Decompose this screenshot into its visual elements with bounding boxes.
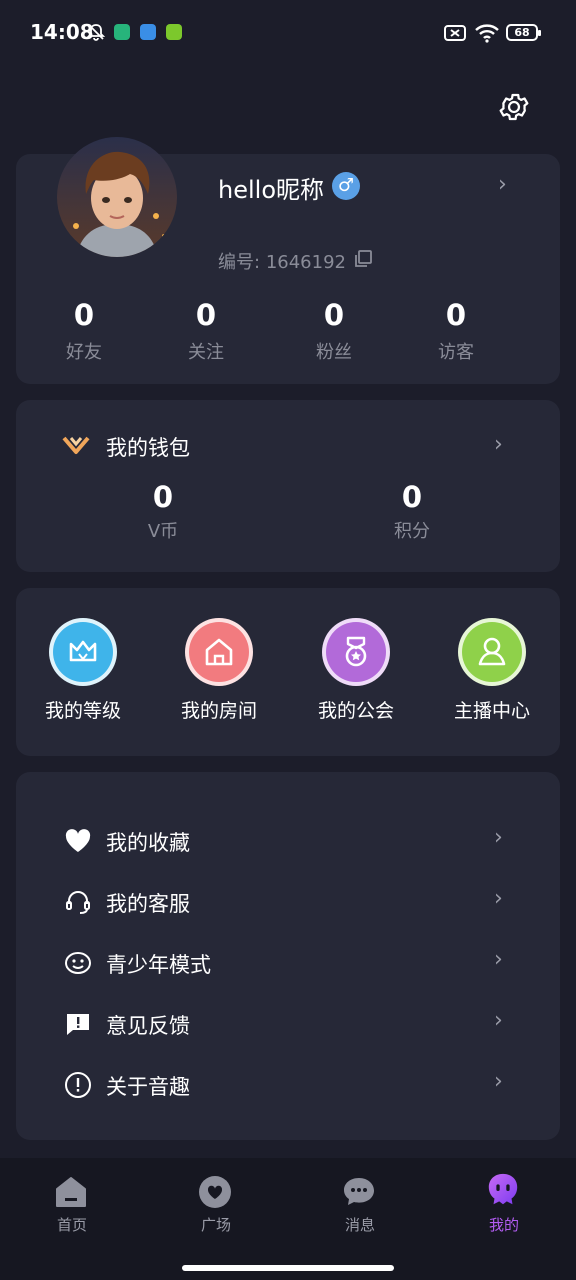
battery-icon: 68 bbox=[506, 24, 541, 41]
streamer-person-icon bbox=[458, 618, 526, 686]
menu-item-favorites-label: 我的收藏 bbox=[106, 831, 190, 855]
copy-icon[interactable] bbox=[353, 249, 373, 269]
wifi-icon bbox=[475, 24, 499, 43]
tile-my-guild-label: 我的公会 bbox=[317, 700, 394, 722]
tile-my-room[interactable]: 我的房间 bbox=[159, 616, 279, 726]
stat-following-label[interactable]: 关注 bbox=[146, 338, 266, 364]
sim-off-icon bbox=[444, 25, 466, 41]
heart-icon bbox=[65, 829, 91, 852]
chevron-right-icon: › bbox=[494, 886, 503, 911]
wallet-points-value[interactable]: 0 bbox=[352, 480, 472, 514]
home-icon bbox=[56, 1177, 86, 1207]
avatar[interactable] bbox=[56, 136, 178, 258]
menu-item-feedback[interactable]: 意见反馈 › bbox=[16, 995, 560, 1055]
wallet-title: 我的钱包 bbox=[106, 436, 190, 460]
tile-my-level[interactable]: 我的等级 bbox=[23, 616, 143, 726]
tile-my-level-label: 我的等级 bbox=[44, 700, 121, 722]
stat-friends-label[interactable]: 好友 bbox=[24, 338, 144, 364]
menu-item-favorites[interactable]: 我的收藏 › bbox=[16, 812, 560, 872]
smile-face-icon bbox=[65, 952, 91, 974]
bell-off-icon bbox=[86, 24, 106, 41]
wallet-vcoin-value[interactable]: 0 bbox=[103, 480, 223, 514]
male-gender-icon: ♂ bbox=[332, 172, 360, 200]
user-id-label: 编号: bbox=[218, 252, 261, 273]
tab-messages[interactable]: 消息 bbox=[320, 1170, 400, 1240]
wallet-chevron-right-icon[interactable]: › bbox=[494, 432, 503, 457]
chevron-right-icon: › bbox=[494, 1008, 503, 1033]
menu-item-feedback-label: 意见反馈 bbox=[106, 1014, 190, 1038]
stat-fans-value[interactable]: 0 bbox=[274, 298, 394, 332]
user-id-value: 1646192 bbox=[265, 252, 346, 273]
wallet-v-icon bbox=[62, 436, 90, 454]
tile-streamer-center[interactable]: 主播中心 bbox=[432, 616, 552, 726]
stat-visitors-value[interactable]: 0 bbox=[396, 298, 516, 332]
info-icon bbox=[65, 1072, 91, 1098]
menu-item-youth-mode-label: 青少年模式 bbox=[106, 953, 211, 977]
stat-fans-label[interactable]: 粉丝 bbox=[274, 338, 394, 364]
status-time: 14:08 bbox=[30, 20, 94, 44]
wallet-vcoin-label[interactable]: V币 bbox=[103, 517, 223, 543]
menu-item-customer-service[interactable]: 我的客服 › bbox=[16, 873, 560, 933]
chevron-right-icon: › bbox=[494, 1069, 503, 1094]
tile-my-room-label: 我的房间 bbox=[180, 700, 257, 722]
download-app-icon bbox=[166, 24, 182, 40]
chevron-right-icon: › bbox=[494, 947, 503, 972]
wallet-points-label[interactable]: 积分 bbox=[352, 517, 472, 543]
home-indicator bbox=[182, 1265, 394, 1271]
square-heart-icon bbox=[199, 1176, 231, 1208]
menu-item-about[interactable]: 关于音趣 › bbox=[16, 1056, 560, 1116]
tab-home-label: 首页 bbox=[56, 1216, 87, 1234]
menu-item-customer-service-label: 我的客服 bbox=[106, 892, 190, 916]
house-icon bbox=[185, 618, 253, 686]
tab-messages-label: 消息 bbox=[344, 1216, 375, 1234]
gear-icon[interactable] bbox=[497, 90, 531, 124]
wallet-card[interactable] bbox=[16, 400, 560, 572]
user-id: 编号: 1646192 bbox=[218, 248, 346, 274]
tab-mine-label: 我的 bbox=[488, 1216, 519, 1234]
guild-badge-icon bbox=[322, 618, 390, 686]
feedback-icon bbox=[67, 1014, 89, 1035]
tab-square[interactable]: 广场 bbox=[176, 1170, 256, 1240]
chevron-right-icon: › bbox=[494, 825, 503, 850]
app-shield-icon bbox=[114, 24, 130, 40]
mine-icon bbox=[488, 1173, 518, 1205]
stat-visitors-label[interactable]: 访客 bbox=[396, 338, 516, 364]
tab-square-label: 广场 bbox=[200, 1216, 231, 1234]
tile-my-guild[interactable]: 我的公会 bbox=[296, 616, 416, 726]
profile-chevron-right-icon[interactable]: › bbox=[498, 172, 507, 197]
stat-friends-value[interactable]: 0 bbox=[24, 298, 144, 332]
cloud-app-icon bbox=[140, 24, 156, 40]
headset-icon bbox=[66, 891, 90, 914]
menu-item-about-label: 关于音趣 bbox=[106, 1075, 190, 1099]
tab-mine[interactable]: 我的 bbox=[464, 1170, 544, 1240]
crown-icon bbox=[49, 618, 117, 686]
tab-home[interactable]: 首页 bbox=[32, 1170, 112, 1240]
tile-streamer-center-label: 主播中心 bbox=[453, 700, 530, 722]
stat-following-value[interactable]: 0 bbox=[146, 298, 266, 332]
status-bar: 14:08 68 bbox=[0, 0, 576, 68]
message-icon bbox=[344, 1178, 374, 1205]
nickname: hello昵称 bbox=[218, 176, 324, 204]
menu-item-youth-mode[interactable]: 青少年模式 › bbox=[16, 934, 560, 994]
